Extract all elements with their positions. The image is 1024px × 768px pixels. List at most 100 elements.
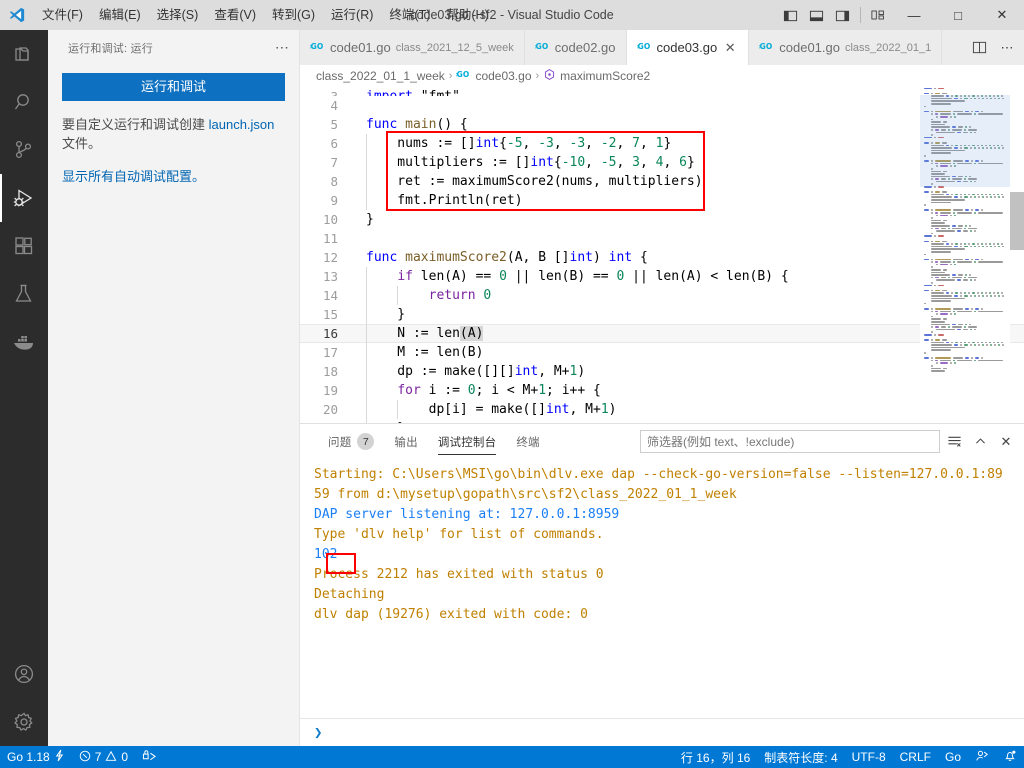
editor-scrollbar-slider[interactable] <box>1010 192 1024 250</box>
status-encoding[interactable]: UTF-8 <box>845 746 893 768</box>
code-line[interactable]: 16 N := len(A) <box>300 324 1024 343</box>
code-text: dp := make([][]int, M+1) <box>358 362 1024 381</box>
toggle-panel-icon[interactable] <box>803 0 829 30</box>
status-indentation[interactable]: 制表符长度: 4 <box>757 746 844 768</box>
status-cursor-position[interactable]: 行 16，列 16 <box>674 746 757 768</box>
code-line[interactable]: 10} <box>300 210 1024 229</box>
status-bar-right: 行 16，列 16 制表符长度: 4 UTF-8 CRLF Go <box>674 746 1024 768</box>
menu-edit[interactable]: 编辑(E) <box>91 0 149 30</box>
code-line[interactable]: 3import "fmt" <box>300 87 1024 96</box>
code-line[interactable]: 13 if len(A) == 0 || len(B) == 0 || len(… <box>300 267 1024 286</box>
status-problems[interactable]: 7 0 <box>72 746 135 768</box>
menu-view[interactable]: 查看(V) <box>206 0 264 30</box>
source-control-icon[interactable] <box>0 126 48 174</box>
code-text: } <box>358 210 1024 229</box>
panel-tab-label: 调试控制台 <box>437 436 497 449</box>
maximize-panel-icon[interactable] <box>968 430 992 454</box>
code-token: || len(A) < len(B) { <box>624 269 789 284</box>
code-line[interactable]: 5 func main() { <box>300 115 1024 134</box>
status-notifications[interactable] <box>996 746 1024 768</box>
launch-json-link[interactable]: launch.json <box>209 117 275 132</box>
code-line[interactable]: 4 <box>300 96 1024 115</box>
code-token: () { <box>436 117 468 132</box>
tab-close-icon[interactable]: ✕ <box>722 40 738 56</box>
toggle-secondary-sidebar-icon[interactable] <box>829 0 855 30</box>
sidebar-header: 运行和调试: 运行 ⋯ <box>48 30 299 65</box>
menu-bar: 文件(F) 编辑(E) 选择(S) 查看(V) 转到(G) 运行(R) 终端(T… <box>34 0 497 30</box>
code-line[interactable]: 11 <box>300 229 1024 248</box>
code-line[interactable]: 12 func maximumScore2(A, B []int) int { <box>300 248 1024 267</box>
panel-tab-problems[interactable]: 问题 7 <box>318 424 384 459</box>
search-icon[interactable] <box>0 78 48 126</box>
split-editor-icon[interactable] <box>966 34 992 62</box>
window-maximize-button[interactable]: □ <box>936 0 980 30</box>
debug-console-input[interactable]: ❯ <box>300 718 1024 746</box>
code-line[interactable]: 21 } <box>300 419 1024 423</box>
show-all-debug-configs-link[interactable]: 显示所有自动调试配置。 <box>62 167 285 186</box>
more-actions-icon[interactable]: ⋯ <box>994 34 1020 62</box>
filter-input[interactable] <box>640 430 940 453</box>
menu-go[interactable]: 转到(G) <box>264 0 323 30</box>
status-eol[interactable]: CRLF <box>893 746 938 768</box>
menu-help[interactable]: 帮助(H) <box>438 0 496 30</box>
window-close-button[interactable]: ✕ <box>980 0 1024 30</box>
code-line[interactable]: 7 multipliers := []int{-10, -5, 3, 4, 6} <box>300 153 1024 172</box>
editor-scrollbar[interactable] <box>1010 87 1024 423</box>
status-feedback[interactable] <box>968 746 996 768</box>
menu-terminal[interactable]: 终端(T) <box>381 0 438 30</box>
warning-icon <box>105 750 117 765</box>
menu-run[interactable]: 运行(R) <box>323 0 381 30</box>
extensions-icon[interactable] <box>0 222 48 270</box>
panel-tab-output[interactable]: 输出 <box>384 424 427 459</box>
settings-gear-icon[interactable] <box>0 698 48 746</box>
code-text: return 0 <box>358 286 1024 305</box>
panel-tab-terminal[interactable]: 终端 <box>506 424 549 459</box>
status-language-mode[interactable]: Go <box>938 746 968 768</box>
breadcrumb-folder[interactable]: class_2022_01_1_week <box>316 69 445 83</box>
code-editor[interactable]: 3import "fmt"45func main() {6 nums := []… <box>300 87 1024 423</box>
code-line[interactable]: 17 M := len(B) <box>300 343 1024 362</box>
explorer-icon[interactable] <box>0 30 48 78</box>
clear-console-icon[interactable] <box>942 430 966 454</box>
code-line[interactable]: 20 dp[i] = make([]int, M+1) <box>300 400 1024 419</box>
code-line[interactable]: 9 fmt.Println(ret) <box>300 191 1024 210</box>
code-text: func maximumScore2(A, B []int) int { <box>358 248 1024 267</box>
customize-layout-icon[interactable] <box>866 0 892 30</box>
sidebar-more-actions-icon[interactable]: ⋯ <box>271 37 293 59</box>
code-line[interactable]: 18 dp := make([][]int, M+1) <box>300 362 1024 381</box>
line-number: 6 <box>330 136 338 151</box>
editor-tab-code02[interactable]: GO code02.go <box>524 30 627 65</box>
status-go-version[interactable]: Go 1.18 <box>0 746 72 768</box>
code-line[interactable]: 8 ret := maximumScore2(nums, multipliers… <box>300 172 1024 191</box>
code-text: N := len(A) <box>358 324 1024 343</box>
editor-tab-code01-2022[interactable]: GO code01.go class_2022_01_1 <box>749 30 943 65</box>
editor-tab-code01-2021[interactable]: GO code01.go class_2021_12_5_week <box>300 30 525 65</box>
line-number: 21 <box>300 419 358 423</box>
panel-tab-debug-console[interactable]: 调试控制台 <box>428 424 507 459</box>
toggle-primary-sidebar-icon[interactable] <box>777 0 803 30</box>
code-token: for <box>397 383 421 398</box>
breadcrumb-file[interactable]: GO code03.go <box>456 69 532 83</box>
line-number: 10 <box>322 212 338 227</box>
close-panel-icon[interactable]: ✕ <box>994 430 1018 454</box>
breadcrumb-symbol[interactable]: maximumScore2 <box>543 68 650 84</box>
run-and-debug-icon[interactable] <box>0 174 48 222</box>
editor-tab-code03[interactable]: GO code03.go ✕ <box>626 30 750 65</box>
menu-file[interactable]: 文件(F) <box>34 0 91 30</box>
menu-selection[interactable]: 选择(S) <box>149 0 207 30</box>
window-minimize-button[interactable]: — <box>892 0 936 30</box>
tab-label: code03.go <box>656 40 718 55</box>
docker-icon[interactable] <box>0 318 48 366</box>
account-icon[interactable] <box>0 650 48 698</box>
code-token: ret := maximumScore2(nums, multipliers) <box>366 174 703 189</box>
code-token: 0 <box>467 383 476 398</box>
go-file-icon: GO <box>456 69 471 83</box>
code-line[interactable]: 6 nums := []int{-5, -3, -3, -2, 7, 1} <box>300 134 1024 153</box>
code-line[interactable]: 19 for i := 0; i < M+1; i++ { <box>300 381 1024 400</box>
line-number: 15 <box>322 307 338 322</box>
code-line[interactable]: 15 } <box>300 305 1024 324</box>
code-line[interactable]: 14 return 0 <box>300 286 1024 305</box>
testing-icon[interactable] <box>0 270 48 318</box>
status-remote[interactable] <box>135 746 164 768</box>
run-and-debug-button[interactable]: 运行和调试 <box>62 73 285 101</box>
